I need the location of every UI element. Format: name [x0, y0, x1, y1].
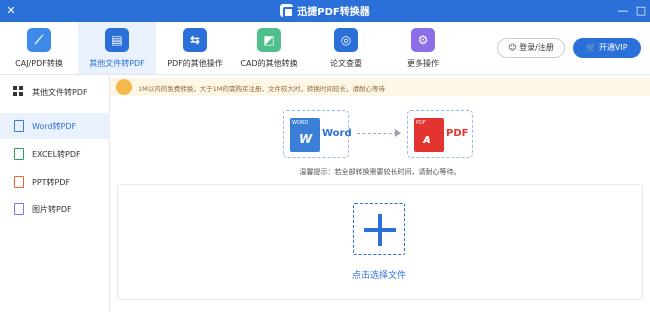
tool-caj-pdf[interactable]: ⟋ CAJ/PDF转换	[0, 22, 78, 74]
add-file-button[interactable]	[353, 203, 405, 255]
notice-text: 1M以内的免费转换，大于1M的需购买注册，文件较大时，转换时间较长，请耐心等待	[138, 85, 385, 93]
excel-file-icon	[14, 148, 24, 160]
swap-icon: ⇆	[183, 28, 207, 52]
sidebar-item-label: Word转PDF	[32, 122, 77, 131]
app-title-text: 迅捷PDF转换器	[297, 7, 370, 18]
login-label: 登录/注册	[519, 43, 554, 52]
word-file-icon	[14, 120, 24, 132]
main-toolbar: ⟋ CAJ/PDF转换 ▤ 其他文件转PDF ⇆ PDF的其他操作 ◩ CAD的…	[0, 22, 650, 75]
tool-label: 其他文件转PDF	[89, 59, 145, 68]
tool-other-to-pdf[interactable]: ▤ 其他文件转PDF	[78, 22, 156, 74]
folder-icon: ▤	[105, 28, 129, 52]
sidebar-item-word-to-pdf[interactable]: Word转PDF	[0, 113, 110, 139]
title-bar: ✕ 迅捷PDF转换器 — □	[0, 0, 650, 22]
sidebar-item-ppt-to-pdf[interactable]: PPT转PDF	[0, 169, 110, 195]
plus-icon-vertical	[378, 214, 382, 246]
notice-bar: 1M以内的免费转换，大于1M的需购买注册，文件较大时，转换时间较长，请耐心等待	[110, 78, 650, 96]
vip-label: 开通VIP	[598, 43, 628, 52]
word-doc-icon: WORD W	[290, 118, 320, 152]
conversion-arrow	[357, 133, 397, 134]
sidebar-item-label: EXCEL转PDF	[32, 150, 81, 159]
tool-pdf-other[interactable]: ⇆ PDF的其他操作	[156, 22, 234, 74]
target-format-label: PDF	[446, 128, 469, 139]
app-logo-icon	[280, 4, 295, 18]
source-format-card: WORD W Word	[283, 110, 352, 158]
minimize-icon[interactable]: —	[616, 4, 630, 18]
mascot-icon	[116, 79, 132, 95]
sidebar-item-label: 图片转PDF	[32, 205, 72, 214]
caj-pdf-icon: ⟋	[27, 28, 51, 52]
image-file-icon	[14, 203, 24, 215]
tool-paper-check[interactable]: ◎ 论文查重	[307, 22, 385, 74]
target-format-card: PDF ᴀ PDF	[407, 110, 473, 158]
word-doc-tag: WORD	[292, 120, 309, 126]
vip-button[interactable]: 🛒 开通VIP	[573, 38, 641, 58]
tool-label: PDF的其他操作	[167, 59, 223, 68]
tool-label: 更多操作	[407, 59, 439, 68]
sidebar-heading-label: 其他文件转PDF	[32, 88, 88, 97]
sidebar: 其他文件转PDF Word转PDF EXCEL转PDF PPT转PDF 图片转P…	[0, 75, 110, 312]
search-check-icon: ◎	[334, 28, 358, 52]
tool-label: CAJ/PDF转换	[15, 59, 63, 68]
tip-text: 温馨提示：若全部转换需要较长时间，请耐心等待。	[299, 168, 461, 176]
word-doc-glyph: W	[299, 132, 313, 146]
tool-label: CAD的其他转换	[240, 59, 298, 68]
maximize-icon[interactable]: □	[634, 4, 648, 18]
sidebar-heading: 其他文件转PDF	[0, 81, 110, 103]
tool-more[interactable]: ⚙ 更多操作	[384, 22, 462, 74]
tool-label: 论文查重	[330, 59, 362, 68]
app-title: 迅捷PDF转换器	[0, 3, 650, 18]
pdf-doc-icon: PDF ᴀ	[414, 118, 444, 152]
pdf-doc-glyph: ᴀ	[423, 132, 431, 146]
user-icon: ☺	[508, 43, 520, 52]
sidebar-item-label: PPT转PDF	[32, 178, 71, 187]
ppt-file-icon	[14, 176, 24, 188]
grid-icon	[13, 86, 24, 97]
tool-cad[interactable]: ◩ CAD的其他转换	[230, 22, 308, 74]
source-format-label: Word	[322, 128, 352, 139]
gear-icon: ⚙	[411, 28, 435, 52]
choose-file-link[interactable]: 点击选择文件	[330, 268, 428, 281]
cart-icon: 🛒	[586, 43, 599, 52]
arrow-right-icon	[395, 129, 401, 137]
login-button[interactable]: ☺ 登录/注册	[497, 38, 565, 58]
sidebar-item-excel-to-pdf[interactable]: EXCEL转PDF	[0, 141, 110, 167]
cad-icon: ◩	[257, 28, 281, 52]
sidebar-item-image-to-pdf[interactable]: 图片转PDF	[0, 196, 110, 222]
pdf-doc-tag: PDF	[416, 120, 426, 126]
